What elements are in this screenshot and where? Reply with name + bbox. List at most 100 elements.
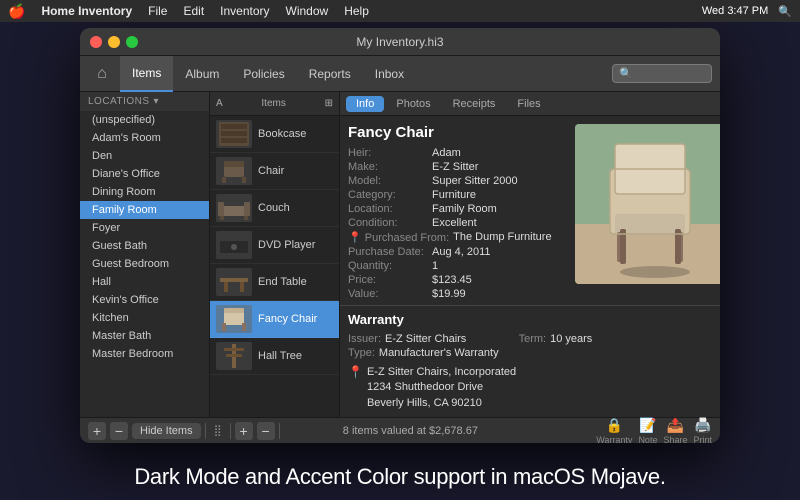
- warranty-issuer-label: Issuer:: [348, 333, 381, 345]
- remove-detail-button[interactable]: −: [257, 422, 275, 440]
- hide-items-button[interactable]: Hide Items: [132, 423, 201, 439]
- edit-menu[interactable]: Edit: [183, 4, 204, 18]
- sidebar-item-foyer[interactable]: Foyer: [80, 219, 209, 237]
- help-menu[interactable]: Help: [344, 4, 369, 18]
- purchased-from-value: The Dump Furniture: [453, 231, 567, 244]
- purchase-date-label: Purchase Date:: [348, 246, 428, 258]
- condition-label: Condition:: [348, 217, 428, 229]
- sidebar-item-dining-room[interactable]: Dining Room: [80, 183, 209, 201]
- note-button[interactable]: 📝 Note: [638, 417, 657, 444]
- close-button[interactable]: [90, 36, 102, 48]
- minimize-button[interactable]: [108, 36, 120, 48]
- detail-row-condition: Condition: Excellent: [348, 217, 567, 229]
- search-icon: 🔍: [619, 67, 633, 80]
- tab-info[interactable]: Info: [346, 96, 384, 112]
- home-button[interactable]: ⌂: [88, 60, 116, 88]
- items-list: Bookcase Chair Couch: [210, 116, 339, 417]
- list-item[interactable]: DVD Player: [210, 227, 339, 264]
- search-box[interactable]: 🔍: [612, 64, 712, 83]
- window-menu[interactable]: Window: [286, 4, 329, 18]
- sidebar-section-header[interactable]: Locations ▾: [80, 92, 209, 111]
- warranty-contact: 📍 E-Z Sitter Chairs, Incorporated 1234 S…: [348, 365, 712, 411]
- sidebar-item-kevins-office[interactable]: Kevin's Office: [80, 291, 209, 309]
- file-menu[interactable]: File: [148, 4, 167, 18]
- detail-panel: Info Photos Receipts Files Fancy Chair H…: [340, 92, 720, 417]
- share-button[interactable]: 📤 Share: [663, 417, 687, 444]
- add-item-button[interactable]: +: [88, 422, 106, 440]
- print-button[interactable]: 🖨️ Print: [693, 417, 712, 444]
- condition-value: Excellent: [432, 217, 567, 229]
- remove-item-button[interactable]: −: [110, 422, 128, 440]
- maximize-button[interactable]: [126, 36, 138, 48]
- add-detail-button[interactable]: +: [235, 422, 253, 440]
- sidebar-item-den[interactable]: Den: [80, 147, 209, 165]
- sidebar-item-kitchen[interactable]: Kitchen: [80, 309, 209, 327]
- detail-row-value: Value: $19.99: [348, 288, 567, 300]
- sidebar-item-master-bath[interactable]: Master Bath: [80, 327, 209, 345]
- warranty-issuer-row: Issuer: E-Z Sitter Chairs Type: Manufact…: [348, 333, 499, 359]
- location-label: Location:: [348, 203, 428, 215]
- item-thumbnail-chair: [216, 157, 252, 185]
- price-value: $123.45: [432, 274, 567, 286]
- sidebar-item-family-room[interactable]: Family Room: [80, 201, 209, 219]
- bottom-actions: 🔒 Warranty 📝 Note 📤 Share 🖨️ Print: [596, 417, 712, 444]
- sidebar-item-adams-room[interactable]: Adam's Room: [80, 129, 209, 147]
- warranty-title: Warranty: [348, 312, 712, 327]
- toolbar-tabs: Items Album Policies Reports Inbox: [120, 56, 416, 92]
- print-label: Print: [693, 435, 712, 444]
- sidebar-item-master-bedroom[interactable]: Master Bedroom: [80, 345, 209, 363]
- item-thumbnail-endtable: [216, 268, 252, 296]
- sidebar-item-guest-bedroom[interactable]: Guest Bedroom: [80, 255, 209, 273]
- sort-label: A: [216, 98, 223, 109]
- purchased-from-label: 📍 Purchased From:: [348, 231, 449, 244]
- sidebar-item-unspecified[interactable]: (unspecified): [80, 111, 209, 129]
- tab-files[interactable]: Files: [507, 96, 550, 112]
- detail-row-price: Price: $123.45: [348, 274, 567, 286]
- quantity-label: Quantity:: [348, 260, 428, 272]
- list-item[interactable]: Bookcase: [210, 116, 339, 153]
- tab-reports[interactable]: Reports: [297, 56, 363, 92]
- tab-items[interactable]: Items: [120, 56, 173, 92]
- list-item[interactable]: End Table: [210, 264, 339, 301]
- inventory-menu[interactable]: Inventory: [220, 4, 269, 18]
- tab-receipts[interactable]: Receipts: [443, 96, 506, 112]
- sidebar: Locations ▾ (unspecified) Adam's Room De…: [80, 92, 210, 417]
- tab-album[interactable]: Album: [173, 56, 231, 92]
- sidebar-item-hall[interactable]: Hall: [80, 273, 209, 291]
- item-name-bookcase: Bookcase: [258, 128, 306, 140]
- list-item[interactable]: Couch: [210, 190, 339, 227]
- sidebar-item-dianes-office[interactable]: Diane's Office: [80, 165, 209, 183]
- divider: [230, 423, 231, 439]
- item-name-couch: Couch: [258, 202, 290, 214]
- items-panel: A Items ⊞ Bookcase Chair: [210, 92, 340, 417]
- list-item[interactable]: Hall Tree: [210, 338, 339, 375]
- tab-inbox[interactable]: Inbox: [363, 56, 416, 92]
- location-value: Family Room: [432, 203, 567, 215]
- contact-address2: Beverly Hills, CA 90210: [367, 396, 516, 411]
- warranty-term-label: Term:: [519, 333, 547, 359]
- app-name[interactable]: Home Inventory: [41, 4, 132, 18]
- tab-policies[interactable]: Policies: [231, 56, 296, 92]
- menubar-search-icon[interactable]: 🔍: [778, 5, 792, 18]
- list-item[interactable]: Chair: [210, 153, 339, 190]
- item-name-fancychair: Fancy Chair: [258, 313, 317, 325]
- value-value: $19.99: [432, 288, 567, 300]
- print-icon: 🖨️: [694, 417, 711, 434]
- note-label: Note: [638, 435, 657, 444]
- share-icon: 📤: [667, 417, 684, 434]
- warranty-button[interactable]: 🔒 Warranty: [596, 417, 632, 444]
- purchase-date-value: Aug 4, 2011: [432, 246, 567, 258]
- make-label: Make:: [348, 161, 428, 173]
- sidebar-item-guest-bath[interactable]: Guest Bath: [80, 237, 209, 255]
- model-label: Model:: [348, 175, 428, 187]
- contact-pin-icon: 📍: [348, 365, 363, 379]
- detail-title: Fancy Chair: [348, 124, 567, 141]
- category-label: Category:: [348, 189, 428, 201]
- menubar: 🍎 Home Inventory File Edit Inventory Win…: [0, 0, 800, 22]
- items-label: Items: [227, 98, 321, 109]
- model-value: Super Sitter 2000: [432, 175, 567, 187]
- apple-menu[interactable]: 🍎: [8, 3, 25, 20]
- tab-photos[interactable]: Photos: [386, 96, 440, 112]
- grid-icon[interactable]: ⊞: [325, 98, 333, 109]
- list-item[interactable]: Fancy Chair: [210, 301, 339, 338]
